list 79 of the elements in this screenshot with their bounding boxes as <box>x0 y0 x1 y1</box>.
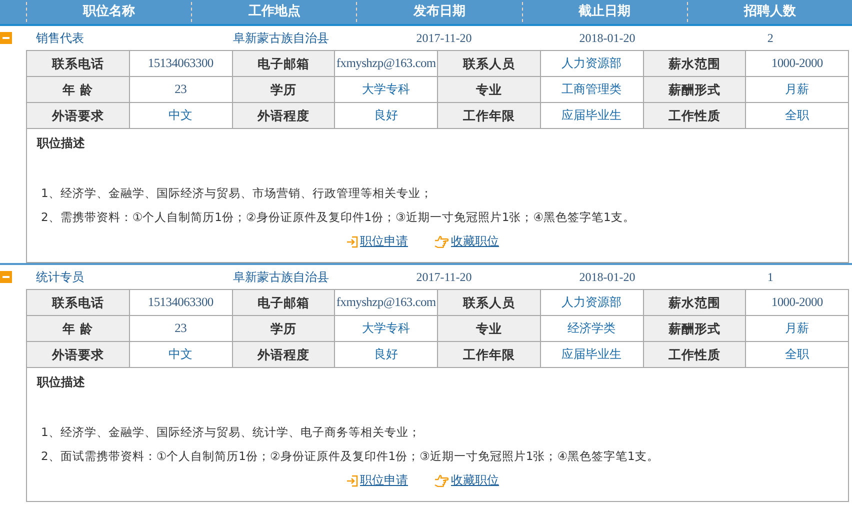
field-label: 工作性质 <box>644 103 746 129</box>
field-label: 联系人员 <box>438 290 541 316</box>
field-label: 薪水范围 <box>644 51 746 77</box>
field-value: 人力资源部 <box>540 290 644 316</box>
field-value: 良好 <box>335 103 438 129</box>
deadline-date: 2018-01-20 <box>578 270 636 284</box>
field-label: 年 龄 <box>27 316 130 342</box>
description-line: 2、需携带资料：①个人自制简历1份；②身份证原件及复印件1份；③近期一寸免冠照片1张；④黑色签字笔1支。 <box>40 209 636 226</box>
field-value: 中文 <box>130 342 232 368</box>
field-value: 人力资源部 <box>540 51 644 77</box>
column-header: 招聘人数 <box>686 2 852 22</box>
openings-count: 2 <box>766 30 774 46</box>
description-line: 2、面试需携带资料：①个人自制简历1份；②身份证原件及复印件1份；③近期一寸免冠照片1张；④黑色签字笔1支。 <box>40 448 660 465</box>
enter-arrow-icon <box>346 236 358 248</box>
field-label: 薪酬形式 <box>644 316 746 342</box>
field-label: 工作年限 <box>438 342 541 368</box>
deadline-date: 2018-01-20 <box>578 30 636 46</box>
field-value: 工商管理类 <box>540 77 644 103</box>
field-value: 全职 <box>746 342 849 368</box>
action-link[interactable]: 职位申请 <box>360 472 408 489</box>
field-value: 1000-2000 <box>746 51 849 77</box>
job-title-link[interactable]: 销售代表 <box>26 30 200 46</box>
field-label: 工作性质 <box>644 342 746 368</box>
column-header: 截止日期 <box>522 2 687 22</box>
field-value: 应届毕业生 <box>540 103 644 129</box>
work-location: 阜新蒙古族自治县 <box>232 30 330 46</box>
action-link[interactable]: 职位申请 <box>360 233 408 250</box>
field-value: 23 <box>130 77 232 103</box>
field-label: 学历 <box>232 316 336 342</box>
field-value: 大学专科 <box>335 77 438 103</box>
action-link[interactable]: 收藏职位 <box>451 472 499 489</box>
field-value: 中文 <box>130 103 232 129</box>
collapse-icon[interactable] <box>0 32 12 44</box>
field-label: 电子邮箱 <box>232 290 336 316</box>
field-label: 薪水范围 <box>644 290 746 316</box>
field-value: fxmyshzp@163.com <box>335 51 438 77</box>
field-label: 联系人员 <box>438 51 541 77</box>
posted-date: 2017-11-20 <box>415 30 473 46</box>
field-value: 1000-2000 <box>746 290 849 316</box>
collapse-icon[interactable] <box>0 271 12 283</box>
action-link[interactable]: 收藏职位 <box>451 233 499 250</box>
field-label: 年 龄 <box>27 77 130 103</box>
field-label: 工作年限 <box>438 103 541 129</box>
field-label: 外语要求 <box>27 342 130 368</box>
description-title: 职位描述 <box>37 135 86 152</box>
column-header: 职位名称 <box>26 2 192 22</box>
field-label: 外语程度 <box>232 103 336 129</box>
field-label: 外语程度 <box>232 342 336 368</box>
field-value: 23 <box>130 316 232 342</box>
field-value: 应届毕业生 <box>540 342 644 368</box>
description-line: 1、经济学、金融学、国际经济与贸易、统计学、电子商务等相关专业； <box>40 424 422 441</box>
posted-date: 2017-11-20 <box>415 270 473 284</box>
field-label: 专业 <box>438 316 541 342</box>
pointing-hand-icon <box>434 474 449 487</box>
field-value: 经济学类 <box>540 316 644 342</box>
field-label: 专业 <box>438 77 541 103</box>
field-value: 月薪 <box>746 77 849 103</box>
field-value: 月薪 <box>746 316 849 342</box>
job-title-link[interactable]: 统计专员 <box>26 268 200 286</box>
work-location: 阜新蒙古族自治县 <box>232 268 330 286</box>
field-value: 良好 <box>335 342 438 368</box>
description-title: 职位描述 <box>37 374 86 391</box>
field-label: 薪酬形式 <box>644 77 746 103</box>
column-header: 发布日期 <box>356 2 522 22</box>
field-value: 大学专科 <box>335 316 438 342</box>
openings-count: 1 <box>766 270 774 284</box>
field-value: 15134063300 <box>130 51 232 77</box>
enter-arrow-icon <box>346 474 358 486</box>
field-label: 电子邮箱 <box>232 51 336 77</box>
column-header: 工作地点 <box>191 2 356 22</box>
field-label: 学历 <box>232 77 336 103</box>
field-value: 全职 <box>746 103 849 129</box>
field-value: fxmyshzp@163.com <box>335 290 438 316</box>
description-line: 1、经济学、金融学、国际经济与贸易、市场营销、行政管理等相关专业； <box>40 185 434 202</box>
field-value: 15134063300 <box>130 290 232 316</box>
field-label: 联系电话 <box>27 51 130 77</box>
field-label: 联系电话 <box>27 290 130 316</box>
field-label: 外语要求 <box>27 103 130 129</box>
pointing-hand-icon <box>434 235 449 248</box>
